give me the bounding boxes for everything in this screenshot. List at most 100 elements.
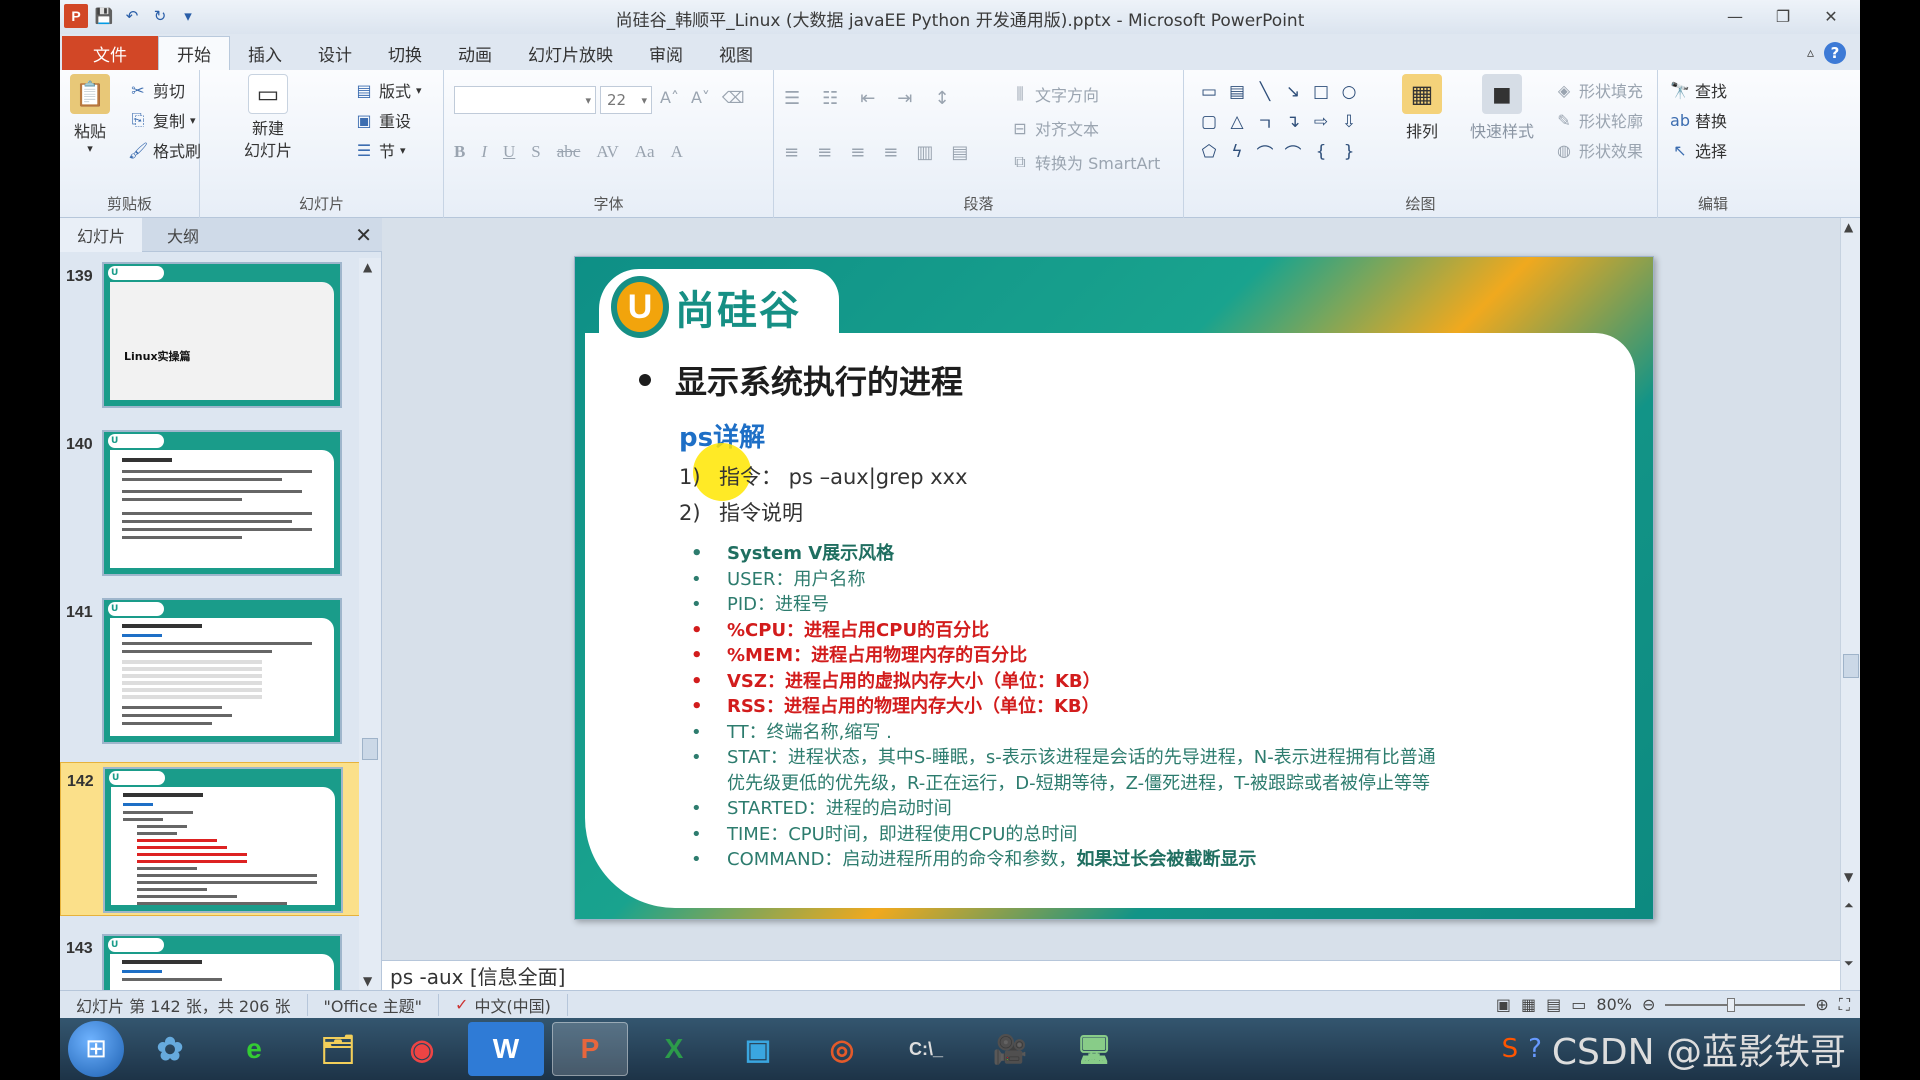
bullets-icon[interactable]: ☰	[784, 88, 800, 109]
normal-view-icon[interactable]: ▣	[1496, 995, 1511, 1014]
zoom-out-icon[interactable]: ⊖	[1642, 995, 1655, 1014]
tab-transitions[interactable]: 切换	[370, 36, 440, 70]
zoom-in-icon[interactable]: ⊕	[1815, 995, 1828, 1014]
italic-icon[interactable]: I	[481, 142, 487, 162]
scroll-thumb[interactable]	[1843, 654, 1859, 678]
right-arrow-icon[interactable]: ⇨	[1308, 108, 1334, 136]
convert-smartart-button[interactable]: ⧉ 转换为 SmartArt	[1010, 150, 1160, 174]
quick-styles-button[interactable]: ◼ 快速样式	[1470, 74, 1534, 142]
slide-line-2[interactable]: 2) 指令说明	[679, 497, 803, 527]
thumbnail-143[interactable]: 143 U	[60, 930, 360, 990]
new-slide-button[interactable]: ▭ 新建 幻灯片	[244, 74, 292, 162]
align-left-icon[interactable]: ≡	[784, 142, 799, 163]
tab-slideshow[interactable]: 幻灯片放映	[510, 36, 631, 70]
shape-effects-button[interactable]: ◍ 形状效果	[1554, 138, 1643, 162]
tab-outline-pane[interactable]: 大纲	[142, 218, 224, 252]
taskbar-word-app[interactable]: W	[468, 1022, 544, 1076]
font-color-icon[interactable]: A	[671, 142, 683, 162]
tab-file[interactable]: 文件	[62, 36, 158, 70]
start-button[interactable]: ⊞	[68, 1021, 124, 1077]
tab-design[interactable]: 设计	[300, 36, 370, 70]
shape-fill-button[interactable]: ◈ 形状填充	[1554, 78, 1643, 102]
align-right-icon[interactable]: ≡	[850, 142, 865, 163]
grow-font-icon[interactable]: A˄	[660, 88, 679, 107]
columns-icon[interactable]: ▤	[951, 142, 968, 163]
tray-icon-sogou[interactable]: S	[1502, 1034, 1519, 1064]
layout-button[interactable]: ▤ 版式 ▾	[354, 78, 421, 102]
scroll-up-icon[interactable]: ▲	[363, 260, 372, 274]
elbow-connector-icon[interactable]: ㄱ	[1252, 108, 1278, 136]
rectangle-shape-icon[interactable]: □	[1308, 78, 1334, 106]
thumbnail-139[interactable]: 139 U Linux实操篇	[60, 258, 360, 412]
taskbar-powerpoint[interactable]: P	[552, 1022, 628, 1076]
textbox-shape-icon[interactable]: ▭	[1196, 78, 1222, 106]
tab-home[interactable]: 开始	[158, 36, 230, 70]
replace-button[interactable]: ab 替换	[1670, 108, 1727, 132]
zoom-slider-handle[interactable]	[1727, 997, 1736, 1012]
arrow-line-icon[interactable]: ↘	[1280, 78, 1306, 106]
thumbnail-141[interactable]: 141 U	[60, 594, 360, 748]
taskbar-browser-ie[interactable]: e	[216, 1022, 292, 1076]
scroll-down-icon[interactable]: ▼	[1844, 870, 1853, 884]
font-size-combo[interactable]: 22 ▾	[600, 86, 652, 114]
arc-shape-icon[interactable]: ⌒	[1252, 138, 1278, 166]
strikethrough-icon[interactable]: abc	[557, 142, 581, 162]
decrease-indent-icon[interactable]: ⇤	[860, 88, 875, 109]
pentagon-shape-icon[interactable]: ⬠	[1196, 138, 1222, 166]
underline-icon[interactable]: U	[503, 142, 515, 162]
align-text-button[interactable]: ⊟ 对齐文本	[1010, 116, 1099, 140]
down-arrow-icon[interactable]: ⇩	[1336, 108, 1362, 136]
taskbar-remote[interactable]: 🖥	[1056, 1022, 1132, 1076]
select-button[interactable]: ↖ 选择	[1670, 138, 1727, 162]
reset-button[interactable]: ▣ 重设	[354, 108, 411, 132]
shape-outline-button[interactable]: ✎ 形状轮廓	[1554, 108, 1643, 132]
taskbar-app-red[interactable]: ◎	[804, 1022, 880, 1076]
lightning-shape-icon[interactable]: ϟ	[1224, 138, 1250, 166]
taskbar-terminal[interactable]: C:\_	[888, 1022, 964, 1076]
left-brace-icon[interactable]: {	[1308, 138, 1334, 166]
oval-shape-icon[interactable]: ○	[1336, 78, 1362, 106]
format-painter-button[interactable]: 🖌 格式刷	[128, 138, 201, 162]
fit-slide-icon[interactable]: ⛶	[1839, 995, 1850, 1015]
tab-review[interactable]: 审阅	[631, 36, 701, 70]
vertical-textbox-icon[interactable]: ▤	[1224, 78, 1250, 106]
slide-line-1[interactable]: 1) 指令： ps –aux|grep xxx	[679, 461, 968, 491]
minimize-ribbon-icon[interactable]: ▵	[1807, 45, 1814, 61]
align-center-icon[interactable]: ≡	[817, 142, 832, 163]
taskbar-app-blue[interactable]: ▣	[720, 1022, 796, 1076]
char-spacing-icon[interactable]: AV	[596, 142, 618, 162]
slideshow-view-icon[interactable]: ▭	[1571, 995, 1586, 1014]
next-slide-icon[interactable]: ⏷	[1844, 956, 1854, 971]
thumbnail-142[interactable]: 142 U	[60, 762, 360, 916]
thumbnail-scrollbar[interactable]: ▲ ▼	[359, 258, 381, 990]
restore-button[interactable]: ❐	[1760, 2, 1806, 30]
clear-format-icon[interactable]: ⌫	[722, 88, 745, 107]
shapes-gallery[interactable]: ▭ ▤ ╲ ↘ □ ○ ▢ △ ㄱ ↴ ⇨ ⇩ ⬠ ϟ ⌒ ⌒{}	[1196, 78, 1362, 166]
taskbar-file-explorer[interactable]: 🗂	[300, 1022, 376, 1076]
font-name-combo[interactable]: ▾	[454, 86, 596, 114]
numbering-icon[interactable]: ☷	[822, 88, 838, 109]
slide-scrollbar[interactable]: ▲ ▼ ⏶ ⏷	[1840, 218, 1860, 990]
cut-button[interactable]: ✂ 剪切	[128, 78, 185, 102]
triangle-shape-icon[interactable]: △	[1224, 108, 1250, 136]
find-button[interactable]: 🔭 查找	[1670, 78, 1727, 102]
close-button[interactable]: ✕	[1808, 2, 1854, 30]
rounded-rect-icon[interactable]: ▢	[1196, 108, 1222, 136]
taskbar-chrome[interactable]: ◉	[384, 1022, 460, 1076]
shrink-font-icon[interactable]: A˅	[691, 88, 710, 107]
taskbar-app-generic[interactable]: ✿	[132, 1022, 208, 1076]
tab-insert[interactable]: 插入	[230, 36, 300, 70]
tab-slides-pane[interactable]: 幻灯片	[60, 217, 142, 252]
arrange-button[interactable]: ▦ 排列	[1402, 74, 1442, 142]
bold-icon[interactable]: B	[454, 142, 465, 162]
thumbnail-140[interactable]: 140 U	[60, 426, 360, 580]
change-case-icon[interactable]: Aa	[635, 142, 655, 162]
scroll-up-icon[interactable]: ▲	[1844, 220, 1853, 234]
tab-view[interactable]: 视图	[701, 36, 771, 70]
notes-pane[interactable]: ps -aux [信息全面]	[382, 960, 1840, 990]
slide-sorter-icon[interactable]: ▦	[1521, 995, 1536, 1014]
bullet-list[interactable]: System V展示风格 USER：用户名称 PID：进程号 %CPU：进程占用…	[691, 541, 1627, 873]
text-direction-button[interactable]: ⫼ 文字方向	[1010, 82, 1099, 106]
reading-view-icon[interactable]: ▤	[1546, 995, 1561, 1014]
help-icon[interactable]: ?	[1824, 42, 1846, 64]
